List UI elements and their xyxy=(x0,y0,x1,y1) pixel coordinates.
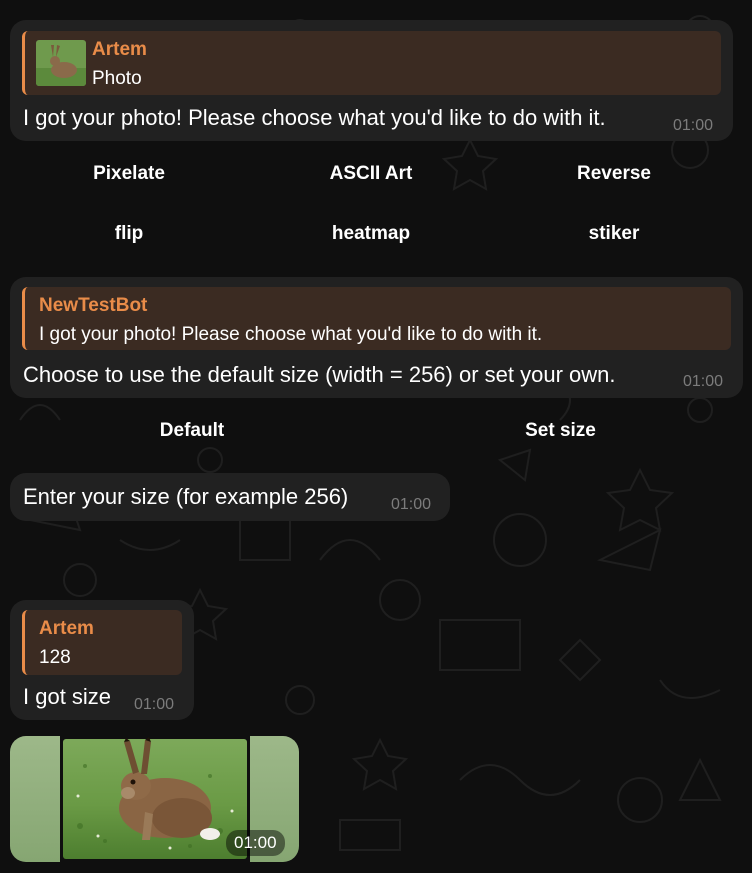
ascii-art-button[interactable]: ASCII Art xyxy=(252,163,490,185)
photo-message[interactable]: 01:00 xyxy=(10,736,299,862)
message-text: Enter your size (for example 256) xyxy=(23,484,349,509)
chat-area: Artem Photo I got your photo! Please cho… xyxy=(0,0,752,873)
message-text: I got size xyxy=(23,684,112,709)
message-bubble: Artem 128 I got size 01:00 xyxy=(10,600,194,720)
reply-quote[interactable]: Artem Photo xyxy=(22,31,721,95)
pixelate-button[interactable]: Pixelate xyxy=(10,163,248,185)
reply-sender-name: NewTestBot xyxy=(39,295,148,316)
reverse-button[interactable]: Reverse xyxy=(495,163,733,185)
default-size-button[interactable]: Default xyxy=(10,420,374,442)
message-bubble: NewTestBot I got your photo! Please choo… xyxy=(10,277,743,398)
reply-preview-text: 128 xyxy=(39,647,71,668)
photo-time-badge: 01:00 xyxy=(226,830,285,856)
message-time: 01:00 xyxy=(683,373,724,390)
reply-quote[interactable]: NewTestBot I got your photo! Please choo… xyxy=(22,287,731,350)
reply-photo-thumbnail xyxy=(36,40,86,86)
reply-quote[interactable]: Artem 128 xyxy=(22,610,182,675)
flip-button[interactable]: flip xyxy=(10,223,248,245)
message-time: 01:00 xyxy=(391,496,432,513)
message-time: 01:00 xyxy=(134,696,175,713)
reply-sender-name: Artem xyxy=(92,39,147,60)
message-bubble: Enter your size (for example 256) 01:00 xyxy=(10,473,450,521)
message-text: Choose to use the default size (width = … xyxy=(23,362,616,387)
reply-preview-text: Photo xyxy=(92,68,142,89)
reply-sender-name: Artem xyxy=(39,618,94,639)
message-text: I got your photo! Please choose what you… xyxy=(23,105,606,130)
message-bubble: Artem Photo I got your photo! Please cho… xyxy=(10,20,733,141)
message-time: 01:00 xyxy=(673,117,714,134)
reply-preview-text: I got your photo! Please choose what you… xyxy=(39,324,543,345)
sticker-button[interactable]: stiker xyxy=(495,223,733,245)
heatmap-button[interactable]: heatmap xyxy=(252,223,490,245)
set-size-button[interactable]: Set size xyxy=(378,420,743,442)
